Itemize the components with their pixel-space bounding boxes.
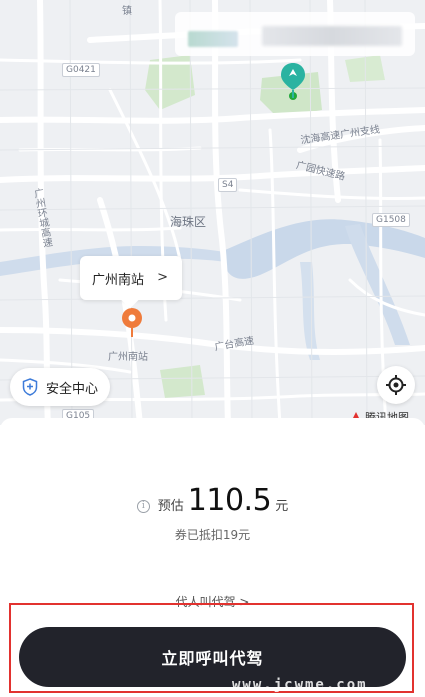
map-label: 海珠区 <box>170 215 207 229</box>
price-estimate: i 预估 110.5 元 <box>0 483 425 518</box>
map-view[interactable]: 镇 G0421 S4 G1508 G105 沈海高速广州支线 广园快速路 广州环… <box>0 0 425 425</box>
map-label: 镇 <box>122 6 132 17</box>
shield-icon <box>22 378 38 396</box>
crosshair-icon <box>386 375 406 395</box>
safety-center-button[interactable]: 安全中心 <box>10 368 111 406</box>
blurred-text <box>188 31 238 47</box>
road-badge: G0421 <box>62 63 100 77</box>
blurred-text <box>262 26 402 46</box>
road-badge: G1508 <box>372 213 410 227</box>
chevron-right-icon: > <box>157 270 168 285</box>
road-badge: S4 <box>218 178 238 192</box>
estimate-label: 预估 <box>157 499 184 514</box>
map-label: 广州南站 <box>108 352 148 363</box>
safety-center-label: 安全中心 <box>46 381 99 397</box>
price-unit: 元 <box>275 499 289 514</box>
pickup-callout[interactable]: 广州南站 > <box>80 256 182 300</box>
location-pin-icon[interactable] <box>280 62 306 102</box>
location-pin-icon[interactable] <box>121 307 143 341</box>
price-value: 110.5 <box>187 483 272 518</box>
locate-button[interactable] <box>377 366 415 404</box>
pickup-callout-label: 广州南站 <box>92 272 145 288</box>
info-icon[interactable]: i <box>136 500 150 513</box>
watermark: www.jcwme.com <box>232 677 368 693</box>
coupon-discount: 券已抵扣19元 <box>174 528 251 542</box>
